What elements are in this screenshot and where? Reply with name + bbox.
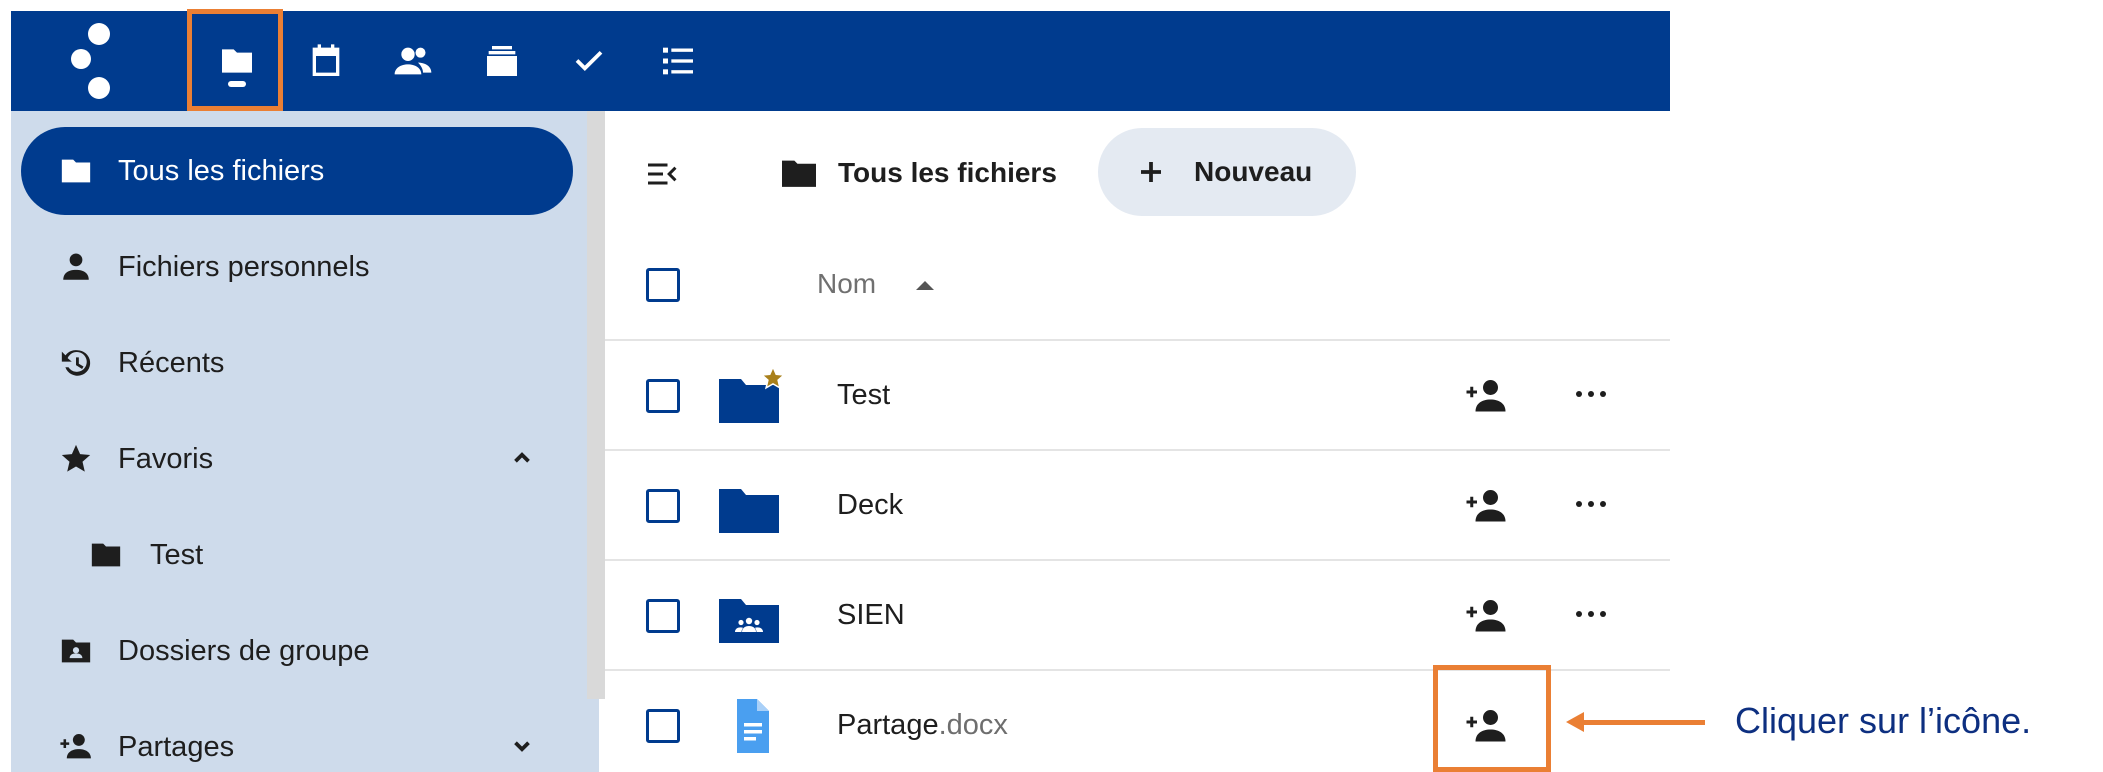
sidebar-item-label: Dossiers de groupe <box>118 634 370 667</box>
table-row[interactable]: SIEN <box>605 561 1670 671</box>
file-list-header: Nom <box>605 231 1670 341</box>
app-list[interactable] <box>633 11 723 111</box>
person-icon <box>58 249 94 285</box>
app-deck[interactable] <box>457 11 547 111</box>
active-app-indicator <box>228 81 246 87</box>
checkmark-icon <box>575 51 603 71</box>
row-checkbox[interactable] <box>646 489 680 523</box>
folder-icon <box>222 49 252 73</box>
share-icon[interactable] <box>1465 597 1507 633</box>
chevron-down-icon[interactable] <box>509 733 535 759</box>
file-name[interactable]: SIEN <box>837 599 905 632</box>
sidebar-item-label: Partages <box>118 730 235 763</box>
row-checkbox[interactable] <box>646 709 680 743</box>
app-calendar[interactable] <box>281 11 371 111</box>
share-icon[interactable] <box>1465 487 1507 523</box>
plus-icon <box>1136 157 1166 187</box>
sidebar-item-label: Récents <box>118 346 225 379</box>
app-contacts[interactable] <box>368 11 458 111</box>
share-icon[interactable] <box>1465 707 1507 743</box>
star-icon <box>58 441 94 477</box>
group-folder-icon <box>58 633 94 669</box>
sidebar-item-favorite-test[interactable]: Test <box>21 511 573 599</box>
folder-icon <box>88 537 124 573</box>
sort-ascending-icon <box>916 281 934 290</box>
row-checkbox[interactable] <box>646 379 680 413</box>
breadcrumb-label: Tous les fichiers <box>838 157 1057 188</box>
sidebar-item-label: Test <box>150 538 204 571</box>
group-folder-icon <box>715 585 785 647</box>
annotation-text: Cliquer sur l’icône. <box>1735 700 2032 741</box>
table-row[interactable]: Partage.docx <box>605 671 1670 772</box>
folder-icon <box>715 475 785 537</box>
app-files[interactable] <box>192 11 282 111</box>
calendar-icon <box>312 44 340 76</box>
sidebar-item-label: Tous les fichiers <box>118 154 325 187</box>
sidebar-item-all-files[interactable]: Tous les fichiers <box>21 127 573 215</box>
folder-star-icon <box>715 365 786 427</box>
sidebar-item-shares[interactable]: Partages <box>21 703 573 772</box>
row-checkbox[interactable] <box>646 599 680 633</box>
top-header <box>11 11 1670 111</box>
list-icon <box>663 47 693 75</box>
contacts-icon <box>394 47 432 75</box>
file-name[interactable]: Test <box>837 379 890 412</box>
new-button[interactable]: Nouveau <box>1098 128 1356 216</box>
file-list-panel: Tous les fichiers Nouveau Nom Test Deck <box>605 111 1670 772</box>
name-column-header[interactable]: Nom <box>817 268 876 300</box>
sidebar-item-label: Favoris <box>118 442 214 475</box>
sidebar-item-recent[interactable]: Récents <box>21 319 573 407</box>
more-actions-icon[interactable] <box>1576 611 1606 621</box>
sidebar-item-group-folders[interactable]: Dossiers de groupe <box>21 607 573 695</box>
folder-icon <box>780 156 818 190</box>
chevron-up-icon[interactable] <box>509 445 535 471</box>
table-row[interactable]: Deck <box>605 451 1670 561</box>
sidebar-item-personal-files[interactable]: Fichiers personnels <box>21 223 573 311</box>
toggle-sidebar-icon[interactable] <box>645 156 681 192</box>
folder-icon <box>58 153 94 189</box>
nextcloud-logo[interactable] <box>71 23 131 99</box>
sidebar-item-favorites[interactable]: Favoris <box>21 415 573 503</box>
share-icon[interactable] <box>1465 377 1507 413</box>
file-name[interactable]: Partage.docx <box>837 709 1008 742</box>
history-icon <box>58 345 94 381</box>
sidebar-item-label: Fichiers personnels <box>118 250 370 283</box>
breadcrumb[interactable]: Tous les fichiers <box>780 143 1057 203</box>
share-icon <box>58 729 94 765</box>
annotation-arrow <box>1580 720 1705 725</box>
document-icon <box>715 695 785 757</box>
sidebar: Tous les fichiers Fichiers personnels Ré… <box>11 111 599 772</box>
file-name[interactable]: Deck <box>837 489 903 522</box>
more-actions-icon[interactable] <box>1576 391 1606 401</box>
deck-icon <box>487 46 517 76</box>
more-actions-icon[interactable] <box>1576 501 1606 511</box>
sidebar-scrollbar[interactable] <box>587 111 605 699</box>
table-row[interactable]: Test <box>605 341 1670 451</box>
select-all-checkbox[interactable] <box>646 268 680 302</box>
new-button-label: Nouveau <box>1194 156 1313 187</box>
app-tasks[interactable] <box>544 11 634 111</box>
